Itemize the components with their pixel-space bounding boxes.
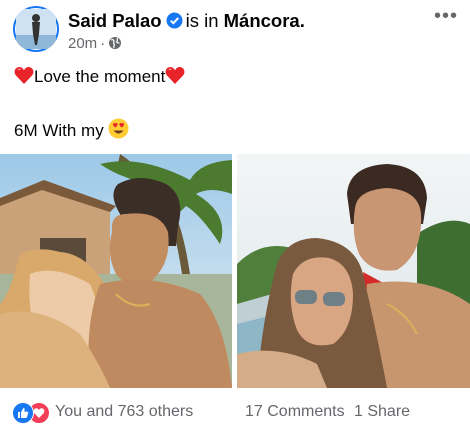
like-reaction-icon [12,402,34,424]
heart-emoji-icon [14,66,34,91]
post-footer: You and 763 others 17 Comments 1 Share [0,392,470,430]
post-photo-1[interactable] [0,154,232,388]
heart-eyes-emoji-icon [108,118,129,145]
globe-icon [108,35,122,52]
shares-count[interactable]: 1 Share [354,403,410,421]
location-link[interactable]: Máncora. [224,10,305,31]
more-icon[interactable]: ••• [434,6,458,26]
post-header: Said Palao is in Máncora. 20m · ••• [0,0,470,62]
is-in-text: is in [185,10,219,31]
author-line: Said Palao is in Máncora. [68,10,305,34]
heart-emoji-icon [165,66,185,91]
timestamp[interactable]: 20m [68,35,97,52]
meta-separator: · [100,35,106,52]
post-text-2: 6M With my [14,121,104,140]
post-text-line1: Love the moment [14,66,185,91]
post-text-line2: 6M With my [14,118,129,145]
post-photo-2[interactable] [237,154,470,388]
verified-badge-icon [166,12,183,34]
avatar[interactable] [13,6,59,52]
post-meta: 20m · [68,35,122,53]
post-text: Love the moment [34,67,166,86]
author-name[interactable]: Said Palao [68,10,162,31]
reactions-count[interactable]: You and 763 others [55,403,193,421]
comments-count[interactable]: 17 Comments [245,403,345,421]
reaction-icons[interactable] [12,402,52,424]
